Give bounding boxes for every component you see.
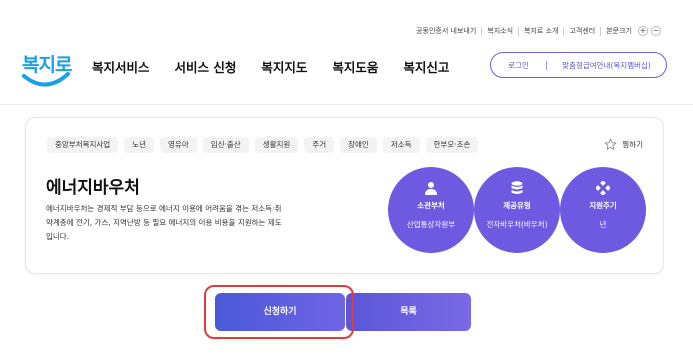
person-icon bbox=[425, 182, 437, 195]
zoom-out-button[interactable]: − bbox=[651, 26, 661, 36]
info-provision-type: 제공유형 전자바우처(바우처) bbox=[474, 167, 560, 253]
info-ministry: 소관부처 산업통상자원부 bbox=[388, 167, 474, 253]
service-description: 에너지바우처는 경제적 부담 등으로 에너지 이용에 어려움을 겪는 저소득·취… bbox=[46, 204, 282, 241]
service-title: 에너지바우처 bbox=[46, 178, 140, 198]
nav-welfare-map[interactable]: 복지지도 bbox=[261, 57, 307, 76]
nav-welfare-help[interactable]: 복지도움 bbox=[332, 57, 378, 76]
benefit-guide-button[interactable]: 맞춤형급여안내(복지멤버십) bbox=[547, 60, 666, 71]
tag-central-ministry[interactable]: 중앙부처복지사업 bbox=[47, 137, 119, 153]
tag-living-support[interactable]: 생활지원 bbox=[254, 137, 299, 153]
site-logo[interactable]: 복지로 bbox=[22, 50, 74, 96]
login-button[interactable]: 로그인 bbox=[491, 60, 546, 71]
cycle-icon bbox=[596, 181, 610, 195]
nav-welfare-report[interactable]: 복지신고 bbox=[403, 57, 449, 76]
database-icon bbox=[511, 181, 523, 194]
utility-bar: 공동인증서 내보내기 복지소식 복지로 소개 고객센터 본문크기 + − bbox=[411, 26, 661, 36]
login-box: 로그인 맞춤형급여안내(복지멤버십) bbox=[490, 52, 667, 78]
tag-low-income[interactable]: 저소득 bbox=[382, 137, 420, 153]
list-button[interactable]: 목록 bbox=[346, 293, 471, 331]
tag-infant[interactable]: 영유아 bbox=[160, 137, 197, 153]
info-provision-type-value: 전자바우처(바우처) bbox=[486, 220, 548, 229]
bookmark-button[interactable]: 찜하기 bbox=[604, 138, 643, 151]
info-support-cycle: 지원주기 년 bbox=[560, 167, 646, 253]
logo-smile-icon bbox=[22, 72, 70, 87]
bookmark-label: 찜하기 bbox=[622, 140, 643, 149]
main-nav: 복지서비스 서비스 신청 복지지도 복지도움 복지신고 bbox=[92, 57, 474, 76]
info-ministry-label: 소관부처 bbox=[417, 201, 445, 210]
util-font-size-label: 본문크기 bbox=[606, 26, 632, 35]
info-support-cycle-label: 지원주기 bbox=[589, 201, 617, 210]
header-divider bbox=[0, 104, 693, 105]
tag-housing[interactable]: 주거 bbox=[304, 137, 335, 153]
category-tags: 중앙부처복지사업 노년 영유아 임신·출산 생활지원 주거 장애인 저소득 한부… bbox=[47, 137, 484, 153]
tag-elderly[interactable]: 노년 bbox=[124, 137, 155, 153]
nav-welfare-service[interactable]: 복지서비스 bbox=[92, 57, 150, 76]
zoom-in-button[interactable]: + bbox=[638, 26, 648, 36]
apply-highlight-frame bbox=[204, 285, 354, 339]
util-cert-export-link[interactable]: 공동인증서 내보내기 bbox=[411, 26, 483, 36]
star-icon bbox=[604, 138, 617, 150]
service-detail-card: 중앙부처복지사업 노년 영유아 임신·출산 생활지원 주거 장애인 저소득 한부… bbox=[25, 117, 664, 274]
info-ministry-value: 산업통상자원부 bbox=[406, 220, 456, 229]
tag-single-parent[interactable]: 한부모·조손 bbox=[425, 137, 479, 153]
tag-disabled[interactable]: 장애인 bbox=[340, 137, 377, 153]
util-news-link[interactable]: 복지소식 bbox=[482, 26, 520, 36]
util-customer-center-link[interactable]: 고객센터 bbox=[564, 26, 602, 36]
info-support-cycle-value: 년 bbox=[599, 220, 607, 229]
info-provision-type-label: 제공유형 bbox=[503, 201, 531, 210]
nav-service-apply[interactable]: 서비스 신청 bbox=[175, 57, 237, 76]
util-about-link[interactable]: 복지로 소개 bbox=[519, 26, 565, 36]
tag-pregnancy[interactable]: 임신·출산 bbox=[202, 137, 249, 153]
